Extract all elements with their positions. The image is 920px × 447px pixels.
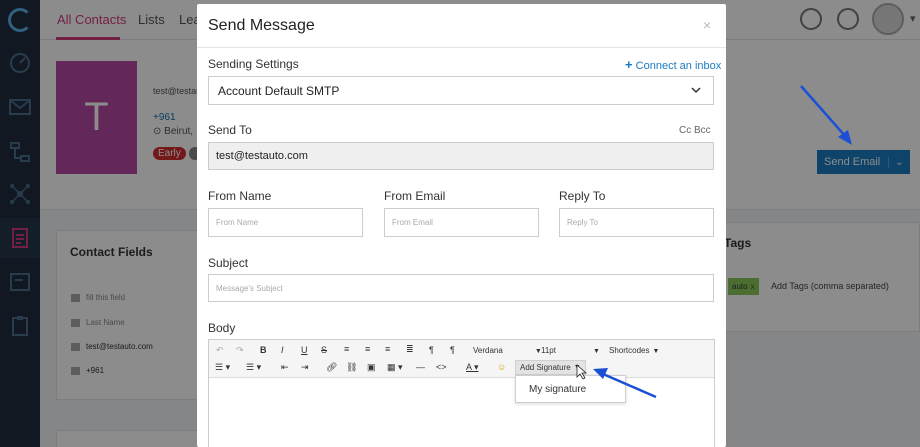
caret-down-icon: ▼ bbox=[592, 348, 600, 355]
outdent-icon[interactable]: ⇤ bbox=[281, 362, 289, 373]
caret-down-icon: ▼ bbox=[573, 364, 581, 371]
modal-title: Send Message bbox=[208, 17, 315, 34]
font-size-value: 11pt bbox=[541, 346, 556, 355]
subject-field[interactable]: Message's Subject bbox=[208, 274, 714, 302]
smtp-select[interactable]: Account Default SMTP bbox=[208, 76, 714, 105]
text-color-icon[interactable]: A ▾ bbox=[466, 362, 479, 373]
bullet-list-icon[interactable]: ☰ ▾ bbox=[215, 362, 230, 373]
shortcodes-select[interactable]: Shortcodes ▼ bbox=[609, 346, 659, 355]
body-label: Body bbox=[208, 321, 236, 335]
table-icon[interactable]: ▦ ▾ bbox=[387, 362, 403, 373]
justify-icon[interactable]: ≣ bbox=[406, 344, 414, 355]
reply-to-label: Reply To bbox=[559, 189, 606, 203]
connect-inbox-label: Connect an inbox bbox=[635, 60, 722, 72]
indent-icon[interactable]: ⇥ bbox=[301, 362, 309, 373]
chevron-down-icon bbox=[691, 87, 701, 94]
from-name-label: From Name bbox=[208, 189, 272, 203]
add-signature-button[interactable]: Add Signature ▼ bbox=[515, 360, 586, 375]
send-to-label: Send To bbox=[208, 123, 252, 137]
send-to-field[interactable]: test@testauto.com bbox=[208, 142, 714, 170]
shortcodes-label: Shortcodes bbox=[609, 346, 650, 355]
from-email-label: From Email bbox=[384, 189, 446, 203]
signature-option[interactable]: My signature bbox=[529, 384, 586, 395]
horizontal-rule-icon[interactable]: — bbox=[416, 362, 425, 372]
subject-label: Subject bbox=[208, 256, 249, 270]
unlink-icon[interactable]: ⛓︎ bbox=[346, 362, 357, 373]
emoji-icon[interactable]: ☺ bbox=[497, 362, 506, 372]
modal-divider bbox=[197, 47, 726, 48]
font-family-select[interactable]: Verdana ▼ bbox=[473, 346, 542, 355]
cc-bcc-link[interactable]: Cc Bcc bbox=[679, 125, 711, 136]
numbered-list-icon[interactable]: ☰ ▾ bbox=[246, 362, 261, 373]
align-right-icon[interactable]: ≡ bbox=[385, 344, 390, 354]
from-name-field[interactable]: From Name bbox=[208, 208, 363, 237]
connect-inbox-link[interactable]: + Connect an inbox bbox=[625, 57, 721, 72]
rtl-icon[interactable]: ¶ bbox=[450, 345, 455, 355]
caret-down-icon: ▼ bbox=[652, 348, 660, 355]
align-left-icon[interactable]: ≡ bbox=[344, 344, 349, 354]
body-editor[interactable]: ↶ ↷ B I U S ≡ ≡ ≡ ≣ ¶ ¶ Verdana ▼ 11pt ▼ S… bbox=[208, 339, 715, 447]
plus-icon: + bbox=[625, 57, 633, 72]
image-icon[interactable]: ▣ bbox=[367, 362, 376, 373]
close-icon[interactable]: × bbox=[703, 17, 711, 33]
sending-settings-label: Sending Settings bbox=[208, 57, 299, 71]
from-email-field[interactable]: From Email bbox=[384, 208, 539, 237]
link-icon[interactable]: 🔗︎ bbox=[326, 362, 337, 373]
send-message-modal: Send Message × Sending Settings + Connec… bbox=[197, 4, 726, 447]
signature-dropdown-menu: My signature bbox=[515, 375, 626, 403]
underline-icon[interactable]: U bbox=[301, 345, 308, 355]
reply-to-field[interactable]: Reply To bbox=[559, 208, 714, 237]
bold-icon[interactable]: B bbox=[260, 345, 267, 355]
font-family-value: Verdana bbox=[473, 346, 503, 355]
editor-toolbar: ↶ ↷ B I U S ≡ ≡ ≡ ≣ ¶ ¶ Verdana ▼ 11pt ▼ S… bbox=[209, 340, 714, 378]
ltr-icon[interactable]: ¶ bbox=[429, 345, 434, 355]
redo-icon[interactable]: ↷ bbox=[236, 345, 244, 356]
smtp-selected-value: Account Default SMTP bbox=[218, 84, 340, 98]
font-size-select[interactable]: 11pt ▼ bbox=[541, 346, 600, 355]
strikethrough-icon[interactable]: S bbox=[321, 345, 327, 355]
code-icon[interactable]: <> bbox=[436, 362, 447, 372]
undo-icon[interactable]: ↶ bbox=[216, 345, 224, 356]
add-signature-label: Add Signature bbox=[520, 363, 571, 372]
italic-icon[interactable]: I bbox=[281, 345, 284, 355]
align-center-icon[interactable]: ≡ bbox=[365, 344, 370, 354]
